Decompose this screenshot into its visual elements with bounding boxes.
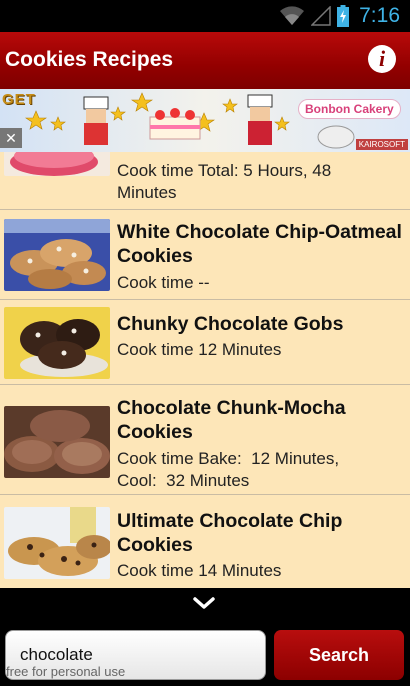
list-item[interactable]: Chunky Chocolate Gobs Cook time 12 Minut… bbox=[0, 300, 410, 385]
oatmeal-cookies-image bbox=[4, 219, 110, 291]
recipe-title: Chocolate Chunk-Mocha Cookies bbox=[117, 397, 346, 443]
recipe-thumbnail bbox=[4, 507, 110, 579]
recipe-thumbnail bbox=[4, 406, 110, 478]
chocolate-chip-cookies-image bbox=[4, 507, 110, 579]
search-bar: Search free for personal use bbox=[0, 588, 410, 686]
list-item[interactable]: Cook time Total: 5 Hours, 48 Minutes bbox=[0, 152, 410, 210]
chocolate-gobs-image bbox=[4, 307, 110, 379]
battery-charging-icon bbox=[337, 5, 350, 27]
ad-publisher-text: KAIROSOFT bbox=[355, 139, 408, 150]
recipe-cook-time: Cook time -- bbox=[117, 273, 210, 292]
wifi-icon bbox=[280, 6, 305, 26]
ad-banner[interactable]: GET Bonbon Cakery KAIROSOFT bbox=[0, 89, 410, 152]
info-icon[interactable]: i bbox=[368, 45, 396, 73]
search-input[interactable] bbox=[5, 630, 266, 680]
recipe-cook-time: Cook time 14 Minutes bbox=[117, 561, 282, 580]
recipe-cook-time: Cook time Total: 5 Hours, 48 Minutes bbox=[117, 161, 332, 202]
chevron-down-icon[interactable] bbox=[193, 596, 215, 610]
app-header: Cookies Recipes i bbox=[0, 32, 410, 89]
ad-close-icon[interactable]: ✕ bbox=[0, 128, 22, 148]
recipe-cook-time: Cook time 12 Minutes bbox=[117, 340, 282, 359]
mocha-cookies-image bbox=[4, 406, 110, 478]
list-item[interactable]: Chocolate Chunk-Mocha Cookies Cook time … bbox=[0, 385, 410, 495]
status-bar: 7:16 bbox=[0, 0, 410, 32]
list-item[interactable]: Ultimate Chocolate Chip Cookies Cook tim… bbox=[0, 495, 410, 588]
status-icons: 7:16 bbox=[279, 4, 400, 28]
recipe-title: White Chocolate Chip-Oatmeal Cookies bbox=[117, 221, 402, 267]
recipe-thumbnail bbox=[4, 152, 110, 176]
recipe-list[interactable]: Cook time Total: 5 Hours, 48 Minutes Whi… bbox=[0, 152, 410, 588]
ad-brand-text: Bonbon Cakery bbox=[298, 99, 401, 119]
recipe-title: Ultimate Chocolate Chip Cookies bbox=[117, 510, 343, 556]
cupcake-image bbox=[4, 152, 110, 176]
recipe-thumbnail bbox=[4, 307, 110, 379]
app-title: Cookies Recipes bbox=[5, 48, 174, 71]
recipe-thumbnail bbox=[4, 219, 110, 291]
search-button[interactable]: Search bbox=[274, 630, 404, 680]
recipe-title: Chunky Chocolate Gobs bbox=[117, 313, 344, 335]
status-time: 7:16 bbox=[359, 4, 400, 27]
signal-icon bbox=[311, 6, 331, 26]
recipe-cook-time: Cook time Bake: 12 Minutes, Cool: 32 Min… bbox=[117, 449, 340, 490]
list-item[interactable]: White Chocolate Chip-Oatmeal Cookies Coo… bbox=[0, 210, 410, 300]
